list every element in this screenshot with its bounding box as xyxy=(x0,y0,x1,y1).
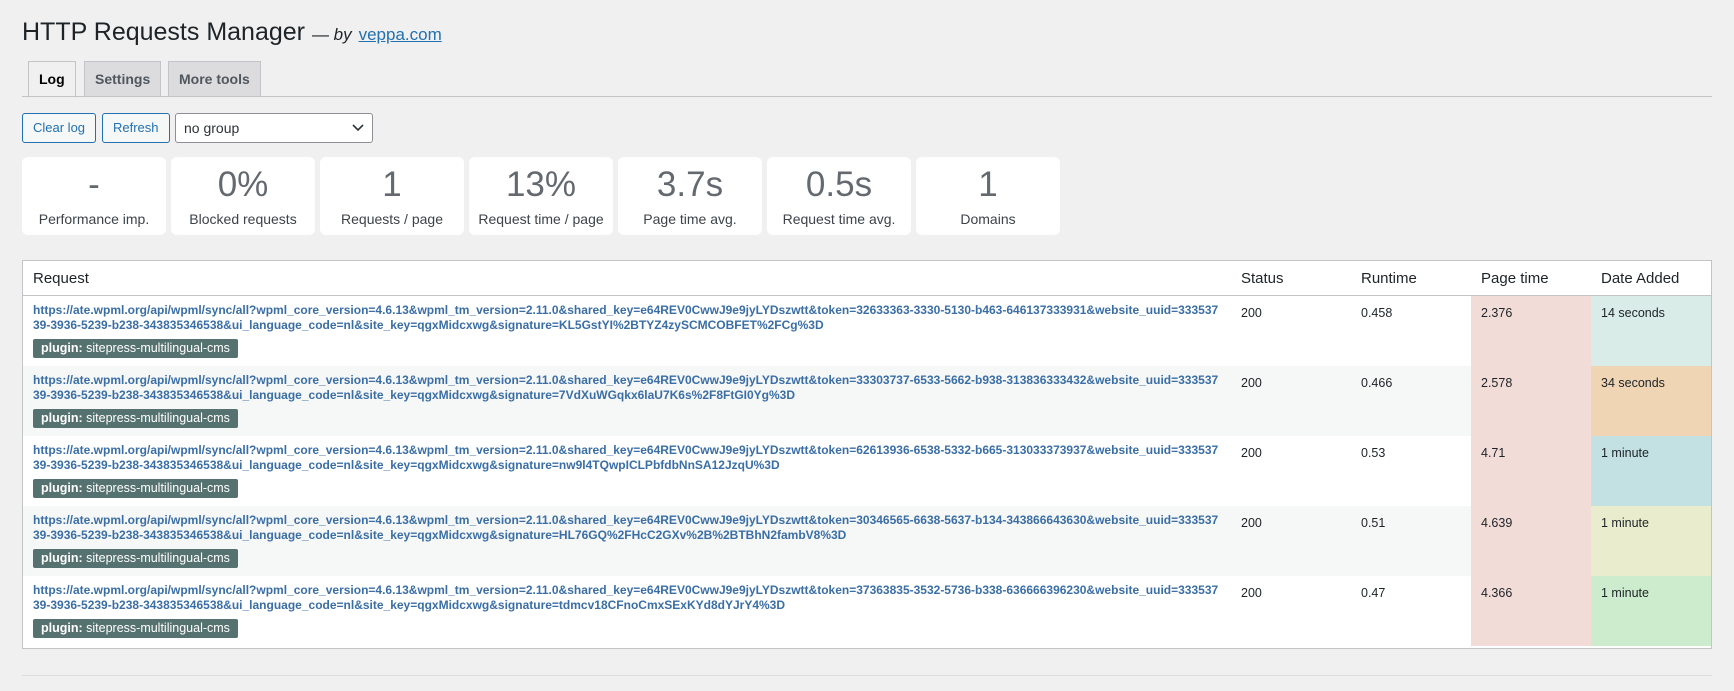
plugin-tag-value: sitepress-multilingual-cms xyxy=(86,481,230,495)
column-header-status[interactable]: Status xyxy=(1241,261,1284,296)
stat-label: Request time avg. xyxy=(782,211,896,227)
plugin-tag-value: sitepress-multilingual-cms xyxy=(86,341,230,355)
request-url-link[interactable]: https://ate.wpml.org/api/wpml/sync/all?w… xyxy=(33,583,1223,613)
page-time-cell: 2.376 xyxy=(1481,306,1513,320)
runtime-cell: 0.466 xyxy=(1361,376,1393,390)
footer-divider xyxy=(22,675,1712,676)
refresh-button[interactable]: Refresh xyxy=(102,113,170,143)
table-row: https://ate.wpml.org/api/wpml/sync/all?w… xyxy=(23,436,1711,506)
plugin-tag: plugin: sitepress-multilingual-cms xyxy=(33,479,238,498)
stat-label: Request time / page xyxy=(478,211,604,227)
plugin-tag-value: sitepress-multilingual-cms xyxy=(86,551,230,565)
runtime-cell: 0.53 xyxy=(1361,446,1386,460)
stat-value: 0.5s xyxy=(805,165,873,204)
plugin-tag-key: plugin: xyxy=(41,411,83,425)
stat-value: 13% xyxy=(505,165,577,204)
date-added-cell: 14 seconds xyxy=(1601,306,1665,320)
author-link[interactable]: veppa.com xyxy=(359,25,442,44)
plugin-tag: plugin: sitepress-multilingual-cms xyxy=(33,619,238,638)
plugin-tag-key: plugin: xyxy=(41,621,83,635)
status-cell: 200 xyxy=(1241,586,1262,600)
plugin-tag: plugin: sitepress-multilingual-cms xyxy=(33,339,238,358)
date-added-cell: 1 minute xyxy=(1601,446,1649,460)
plugin-tag-value: sitepress-multilingual-cms xyxy=(86,621,230,635)
stat-performance: - Performance imp. xyxy=(22,157,166,235)
status-cell: 200 xyxy=(1241,306,1262,320)
stat-label: Blocked requests xyxy=(189,211,297,227)
clear-log-button[interactable]: Clear log xyxy=(22,113,97,143)
table-row: https://ate.wpml.org/api/wpml/sync/all?w… xyxy=(23,506,1711,576)
status-cell: 200 xyxy=(1241,516,1262,530)
page-time-cell: 4.71 xyxy=(1481,446,1506,460)
date-added-cell: 1 minute xyxy=(1601,586,1649,600)
stat-label: Domains xyxy=(960,211,1016,227)
plugin-tag-key: plugin: xyxy=(41,551,83,565)
table-header: Request Status Runtime Page time Date Ad… xyxy=(23,261,1711,296)
page-time-cell: 2.578 xyxy=(1481,376,1513,390)
stat-label: Performance imp. xyxy=(38,211,150,227)
tab-more-tools[interactable]: More tools xyxy=(168,61,261,97)
date-added-cell: 34 seconds xyxy=(1601,376,1665,390)
stat-label: Page time avg. xyxy=(643,211,737,227)
plugin-tag-value: sitepress-multilingual-cms xyxy=(86,411,230,425)
plugin-tag-key: plugin: xyxy=(41,341,83,355)
table-row: https://ate.wpml.org/api/wpml/sync/all?w… xyxy=(23,576,1711,646)
status-cell: 200 xyxy=(1241,376,1262,390)
runtime-cell: 0.47 xyxy=(1361,586,1386,600)
stat-request-time-avg: 0.5s Request time avg. xyxy=(767,157,911,235)
column-header-runtime[interactable]: Runtime xyxy=(1361,261,1417,296)
runtime-cell: 0.51 xyxy=(1361,516,1386,530)
page-title: HTTP Requests Manager — by veppa.com xyxy=(22,18,442,47)
request-url-link[interactable]: https://ate.wpml.org/api/wpml/sync/all?w… xyxy=(33,373,1223,403)
plugin-tag-key: plugin: xyxy=(41,481,83,495)
chevron-down-icon xyxy=(352,124,364,132)
page-time-cell: 4.639 xyxy=(1481,516,1513,530)
stat-request-time-per-page: 13% Request time / page xyxy=(469,157,613,235)
runtime-cell: 0.458 xyxy=(1361,306,1393,320)
table-row: https://ate.wpml.org/api/wpml/sync/all?w… xyxy=(23,366,1711,436)
tab-divider xyxy=(22,96,1712,97)
tab-settings[interactable]: Settings xyxy=(84,61,162,97)
request-log-table: Request Status Runtime Page time Date Ad… xyxy=(22,260,1712,649)
table-row: https://ate.wpml.org/api/wpml/sync/all?w… xyxy=(23,296,1711,366)
date-added-cell: 1 minute xyxy=(1601,516,1649,530)
stat-requests-per-page: 1 Requests / page xyxy=(320,157,464,235)
page-title-text: HTTP Requests Manager xyxy=(22,18,305,46)
status-cell: 200 xyxy=(1241,446,1262,460)
stat-value: 3.7s xyxy=(656,165,724,204)
stat-value: 1 xyxy=(978,165,998,204)
stat-value: - xyxy=(88,165,100,204)
column-header-page-time[interactable]: Page time xyxy=(1481,261,1549,296)
request-url-link[interactable]: https://ate.wpml.org/api/wpml/sync/all?w… xyxy=(33,513,1223,543)
column-header-request[interactable]: Request xyxy=(33,261,89,296)
stat-value: 0% xyxy=(217,165,269,204)
tab-log[interactable]: Log xyxy=(28,61,76,98)
plugin-tag: plugin: sitepress-multilingual-cms xyxy=(33,409,238,428)
group-select[interactable]: no group xyxy=(175,113,373,143)
request-url-link[interactable]: https://ate.wpml.org/api/wpml/sync/all?w… xyxy=(33,303,1223,333)
plugin-tag: plugin: sitepress-multilingual-cms xyxy=(33,549,238,568)
request-url-link[interactable]: https://ate.wpml.org/api/wpml/sync/all?w… xyxy=(33,443,1223,473)
stat-page-time-avg: 3.7s Page time avg. xyxy=(618,157,762,235)
stat-domains: 1 Domains xyxy=(916,157,1060,235)
column-header-date-added[interactable]: Date Added xyxy=(1601,261,1679,296)
group-select-value: no group xyxy=(184,120,240,136)
stat-value: 1 xyxy=(382,165,402,204)
stat-blocked: 0% Blocked requests xyxy=(171,157,315,235)
by-text: — by xyxy=(311,25,352,44)
page-time-cell: 4.366 xyxy=(1481,586,1513,600)
stat-label: Requests / page xyxy=(341,211,443,227)
